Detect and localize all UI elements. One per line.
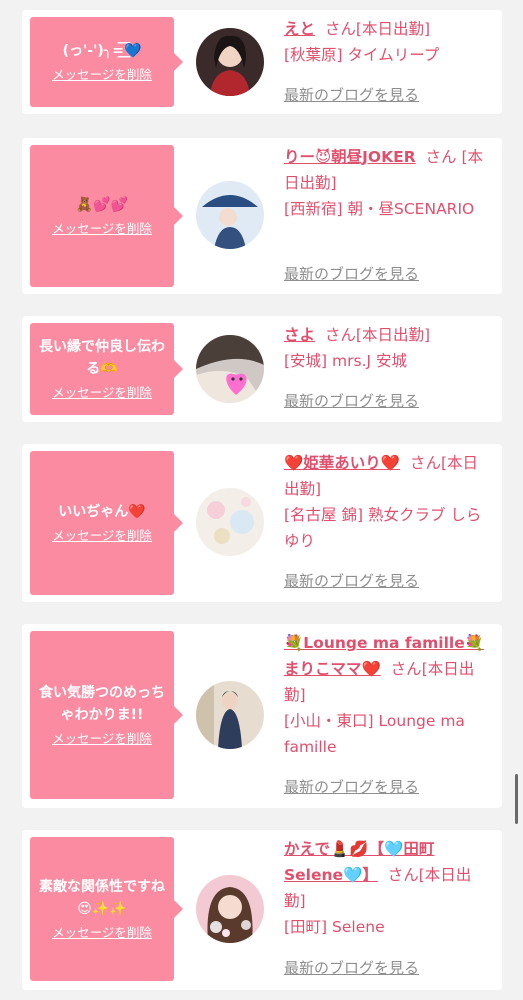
- cast-info: りー😈朝昼JOKER さん [本日出勤] [西新宿] 朝・昼SCENARIO: [284, 144, 492, 222]
- cast-name-link[interactable]: さよ: [284, 326, 315, 344]
- message-text: 🧸💕💕: [75, 197, 129, 213]
- message-card: いいぢゃん❤️ メッセージを削除 ❤️姫華あいり❤️ さん[本日出勤] [名古屋…: [22, 444, 502, 602]
- message-bubble: 食い気勝つのめっちゃわかりま!! メッセージを削除: [30, 631, 183, 799]
- cast-info: ❤️姫華あいり❤️ さん[本日出勤] [名古屋 錦] 熟女クラブ しらゆり: [284, 450, 492, 554]
- message-bubble: 素敵な関係性ですね😍✨✨ メッセージを削除: [30, 837, 183, 981]
- message-card: (っ'-')╮=͟͟͞͞💙 メッセージを削除 えと さん[本日出勤] [秋葉原]…: [22, 10, 502, 114]
- message-bubble: いいぢゃん❤️ メッセージを削除: [30, 451, 183, 595]
- cast-info: かえで💄💋【🩵田町Selene🩵】 さん[本日出勤] [田町] Selene: [284, 836, 492, 940]
- shop-label: [秋葉原] タイムリープ: [284, 46, 440, 64]
- latest-blog-link[interactable]: 最新のブログを見る: [284, 571, 419, 591]
- work-status: [本日出勤]: [355, 20, 430, 38]
- honorific: さん: [390, 660, 422, 678]
- message-text: (っ'-')╮=͟͟͞͞💙: [62, 43, 142, 59]
- message-bubble: 長い縁で仲良し伝わる🫶 メッセージを削除: [30, 323, 183, 415]
- avatar[interactable]: [196, 181, 264, 249]
- delete-message-link[interactable]: メッセージを削除: [52, 220, 152, 238]
- shop-label: [名古屋 錦] 熟女クラブ しらゆり: [284, 506, 482, 550]
- message-text: 長い縁で仲良し伝わる🫶: [39, 339, 165, 377]
- cast-name-link[interactable]: ❤️姫華あいり❤️: [284, 454, 400, 472]
- shop-label: [安城] mrs.J 安城: [284, 352, 407, 370]
- shop-label: [西新宿] 朝・昼SCENARIO: [284, 200, 475, 218]
- message-bubble: (っ'-')╮=͟͟͞͞💙 メッセージを削除: [30, 17, 183, 107]
- message-card: 🧸💕💕 メッセージを削除 りー😈朝昼JOKER さん [本日出勤] [西新宿] …: [22, 138, 502, 294]
- delete-message-link[interactable]: メッセージを削除: [52, 527, 152, 545]
- avatar[interactable]: [196, 28, 264, 96]
- latest-blog-link[interactable]: 最新のブログを見る: [284, 391, 419, 411]
- delete-message-link[interactable]: メッセージを削除: [52, 730, 152, 748]
- cast-info: さよ さん[本日出勤] [安城] mrs.J 安城: [284, 322, 492, 374]
- latest-blog-link[interactable]: 最新のブログを見る: [284, 777, 419, 797]
- latest-blog-link[interactable]: 最新のブログを見る: [284, 85, 419, 105]
- message-text: いいぢゃん❤️: [58, 504, 146, 520]
- shop-label: [小山・東口] Lounge ma famille: [284, 712, 465, 756]
- message-bubble: 🧸💕💕 メッセージを削除: [30, 145, 183, 287]
- delete-message-link[interactable]: メッセージを削除: [52, 384, 152, 402]
- delete-message-link[interactable]: メッセージを削除: [52, 66, 152, 84]
- shop-label: [田町] Selene: [284, 918, 385, 936]
- honorific: さん: [409, 454, 441, 472]
- scrollbar[interactable]: [515, 774, 518, 824]
- avatar[interactable]: [196, 875, 264, 943]
- message-card: 長い縁で仲良し伝わる🫶 メッセージを削除 さよ さん[本日出勤] [安城] mr…: [22, 316, 502, 422]
- avatar[interactable]: [196, 335, 264, 403]
- avatar[interactable]: [196, 488, 264, 556]
- honorific: さん: [387, 866, 419, 884]
- delete-message-link[interactable]: メッセージを削除: [52, 924, 152, 942]
- avatar[interactable]: [196, 681, 264, 749]
- message-text: 素敵な関係性ですね😍✨✨: [39, 879, 165, 917]
- honorific: さん: [324, 326, 356, 344]
- latest-blog-link[interactable]: 最新のブログを見る: [284, 264, 419, 284]
- message-card: 素敵な関係性ですね😍✨✨ メッセージを削除 かえで💄💋【🩵田町Selene🩵】 …: [22, 830, 502, 990]
- honorific: さん: [324, 20, 356, 38]
- message-text: 食い気勝つのめっちゃわかりま!!: [39, 685, 165, 723]
- cast-info: 💐Lounge ma famille💐まりこママ❤️ さん[本日出勤] [小山・…: [284, 630, 492, 760]
- honorific: さん: [425, 148, 457, 166]
- message-card: 食い気勝つのめっちゃわかりま!! メッセージを削除 💐Lounge ma fam…: [22, 624, 502, 808]
- cast-name-link[interactable]: りー😈朝昼JOKER: [284, 148, 416, 166]
- cast-name-link[interactable]: えと: [284, 20, 315, 38]
- work-status: [本日出勤]: [355, 326, 430, 344]
- cast-info: えと さん[本日出勤] [秋葉原] タイムリープ: [284, 16, 492, 68]
- latest-blog-link[interactable]: 最新のブログを見る: [284, 958, 419, 978]
